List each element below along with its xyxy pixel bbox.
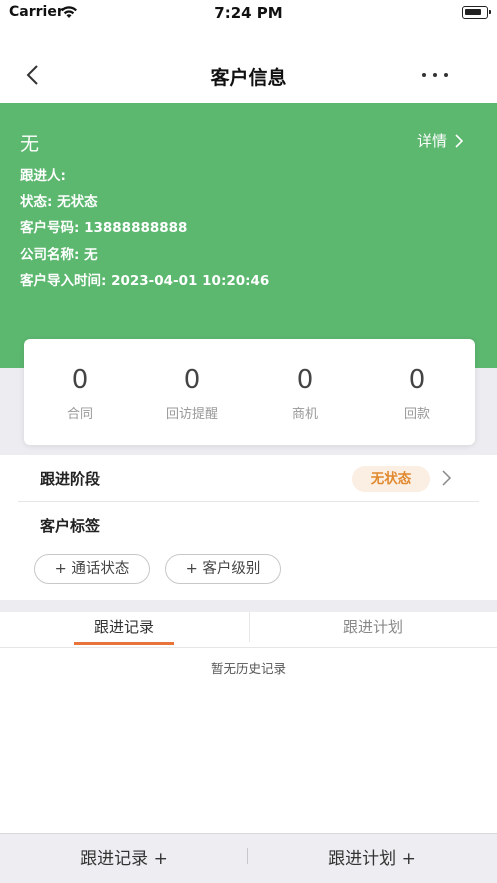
stat-label: 合同 — [66, 407, 93, 422]
section-separator — [0, 600, 497, 612]
stat-contracts[interactable]: 0 合同 — [24, 339, 136, 445]
stat-label: 回访提醒 — [165, 407, 218, 422]
stat-opportunities[interactable]: 0 商机 — [249, 339, 361, 445]
status-badge: 无状态 — [352, 466, 430, 492]
company-line: 公司名称: 无 — [20, 247, 98, 263]
nav-bar: 客户信息 — [0, 50, 497, 100]
stat-value: 0 — [408, 365, 426, 395]
follower-line: 跟进人: — [20, 168, 66, 184]
more-horizontal-icon — [422, 73, 448, 77]
customer-header: 无 详情 跟进人: 状态: 无状态 客户号码: 13888888888 公司名称… — [0, 103, 497, 368]
phone-line: 客户号码: 13888888888 — [20, 220, 188, 236]
stat-label: 商机 — [291, 407, 318, 422]
status-bar: Carrier 7:24 PM — [0, 0, 497, 28]
stat-value: 0 — [296, 365, 314, 395]
add-follow-plan-button[interactable]: 跟进计划 + — [248, 834, 496, 883]
stat-value: 0 — [71, 365, 89, 395]
stat-value: 0 — [183, 365, 201, 395]
tab-follow-plans[interactable]: 跟进计划 — [249, 612, 497, 647]
bottom-action-bar: 跟进记录 + 跟进计划 + — [0, 833, 497, 883]
divider — [18, 501, 479, 502]
detail-link[interactable]: 详情 — [417, 130, 465, 151]
add-customer-level-button[interactable]: + 客户级别 — [165, 554, 281, 584]
add-call-status-button[interactable]: + 通话状态 — [34, 554, 150, 584]
stat-revisit-reminders[interactable]: 0 回访提醒 — [136, 339, 248, 445]
import-time-line: 客户导入时间: 2023-04-01 10:20:46 — [20, 273, 270, 289]
active-tab-indicator — [74, 642, 174, 645]
chevron-right-icon — [442, 470, 452, 486]
empty-history-message: 暂无历史记录 — [210, 661, 286, 676]
record-tabs: 跟进记录 跟进计划 — [0, 612, 497, 648]
stat-label: 回款 — [403, 407, 430, 422]
follow-stage-row[interactable]: 跟进阶段 无状态 — [0, 455, 497, 501]
follow-stage-label: 跟进阶段 — [40, 470, 101, 488]
stats-card: 0 合同 0 回访提醒 0 商机 0 回款 — [24, 339, 475, 445]
battery-icon — [462, 6, 491, 19]
status-line: 状态: 无状态 — [20, 194, 98, 210]
add-follow-record-button[interactable]: 跟进记录 + — [0, 834, 248, 883]
clock: 7:24 PM — [214, 4, 283, 22]
chevron-right-icon — [455, 133, 464, 148]
customer-name: 无 — [20, 133, 40, 155]
stat-payments[interactable]: 0 回款 — [361, 339, 473, 445]
detail-link-label: 详情 — [417, 132, 448, 150]
customer-tags-label: 客户标签 — [40, 517, 101, 535]
more-button[interactable] — [418, 60, 452, 90]
